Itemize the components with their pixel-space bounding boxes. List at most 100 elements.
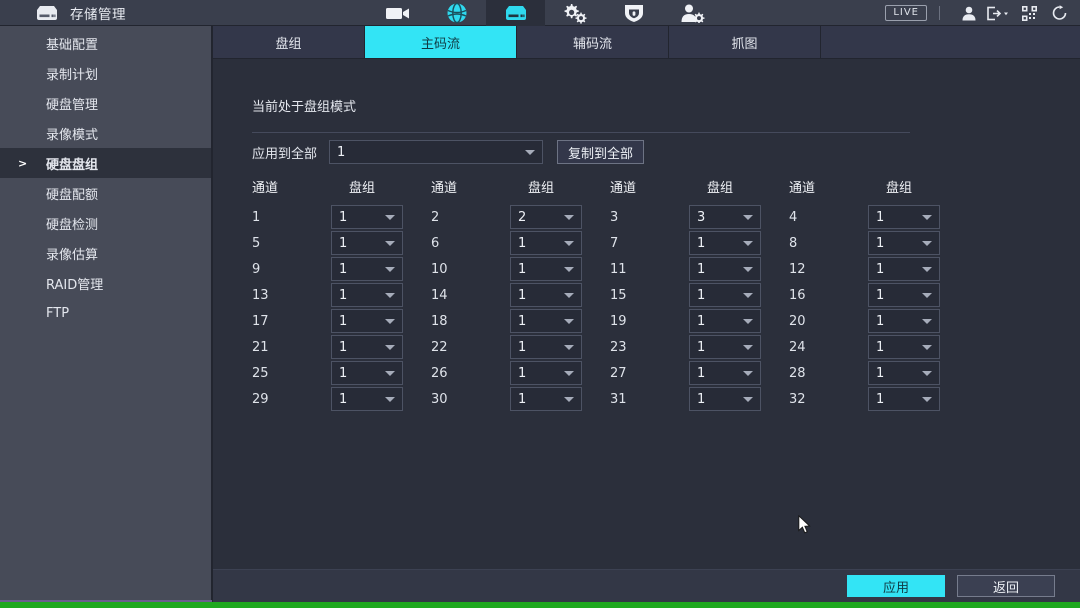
sidebar-item-7[interactable]: 录像估算	[0, 238, 211, 268]
diskgroup-select-ch21[interactable]: 1	[331, 335, 403, 359]
sidebar-item-1[interactable]: 录制计划	[0, 58, 211, 88]
sidebar-item-3[interactable]: 录像模式	[0, 118, 211, 148]
apply-to-all-select[interactable]: 1	[329, 140, 544, 164]
nav-user-settings-icon[interactable]	[663, 0, 722, 26]
channel-number: 9	[252, 261, 261, 277]
sidebar: 基础配置 录制计划 硬盘管理 录像模式 > 硬盘盘组 硬盘配额硬盘检测录像估算 RAID管理 F…	[0, 26, 212, 602]
diskgroup-select-ch7[interactable]: 1	[689, 231, 761, 255]
diskgroup-select-ch17[interactable]: 1	[331, 309, 403, 333]
nav-shield-icon[interactable]	[604, 0, 663, 26]
user-icon[interactable]	[954, 0, 984, 26]
chevron-down-icon	[743, 370, 753, 376]
diskgroup-select-ch10[interactable]: 1	[510, 257, 582, 281]
chevron-down-icon	[385, 370, 395, 376]
diskgroup-select-ch15[interactable]: 1	[689, 283, 761, 307]
table-row: 9 1 10 1 11 1 12 1	[252, 256, 968, 282]
diskgroup-cell: 1	[868, 231, 968, 255]
diskgroup-select-ch4[interactable]: 1	[868, 205, 940, 229]
sidebar-item-0[interactable]: 基础配置	[0, 28, 211, 58]
sidebar-item-5[interactable]: 硬盘配额	[0, 178, 211, 208]
diskgroup-cell: 1	[689, 335, 789, 359]
diskgroup-cell: 1	[689, 231, 789, 255]
diskgroup-select-ch5[interactable]: 1	[331, 231, 403, 255]
storage-hdd-icon	[34, 5, 60, 21]
diskgroup-select-ch23[interactable]: 1	[689, 335, 761, 359]
diskgroup-value: 1	[518, 339, 527, 355]
diskgroup-value: 1	[697, 391, 706, 407]
diskgroup-cell: 1	[868, 257, 968, 281]
diskgroup-select-ch3[interactable]: 3	[689, 205, 761, 229]
channel-number: 14	[431, 287, 448, 303]
copy-to-all-button[interactable]: 复制到全部	[557, 140, 645, 164]
sidebar-item-4[interactable]: > 硬盘盘组	[0, 148, 211, 178]
sidebar-item-9[interactable]: FTP	[0, 298, 211, 328]
tab-0[interactable]: 盘组	[213, 26, 365, 58]
channel-number: 19	[610, 313, 627, 329]
table-row: 25 1 26 1 27 1 28 1	[252, 360, 968, 386]
diskgroup-select-ch2[interactable]: 2	[510, 205, 582, 229]
back-button[interactable]: 返回	[957, 575, 1055, 597]
diskgroup-cell: 1	[510, 387, 610, 411]
diskgroup-cell: 2	[510, 205, 610, 229]
diskgroup-value: 1	[518, 261, 527, 277]
titlebar-right-tools: LIVE	[885, 0, 1074, 26]
diskgroup-select-ch30[interactable]: 1	[510, 387, 582, 411]
channel-number: 16	[789, 287, 806, 303]
diskgroup-select-ch19[interactable]: 1	[689, 309, 761, 333]
diskgroup-select-ch22[interactable]: 1	[510, 335, 582, 359]
tab-2[interactable]: 辅码流	[517, 26, 669, 58]
titlebar: 存储管理 LIVE	[0, 0, 1080, 26]
apply-button[interactable]: 应用	[847, 575, 945, 597]
diskgroup-cell: 1	[331, 283, 431, 307]
nav-settings-gears-icon[interactable]	[545, 0, 604, 26]
diskgroup-select-ch9[interactable]: 1	[331, 257, 403, 281]
channel-number: 12	[789, 261, 806, 277]
nav-storage-hdd-icon[interactable]	[486, 0, 545, 26]
sidebar-item-8[interactable]: RAID管理	[0, 268, 211, 298]
nav-network-globe-icon[interactable]	[427, 0, 486, 26]
channel-number: 11	[610, 261, 627, 277]
nav-camera-icon[interactable]	[368, 0, 427, 26]
diskgroup-cell: 1	[510, 283, 610, 307]
header-channel-2: 通道	[610, 180, 637, 196]
chevron-down-icon	[564, 370, 574, 376]
diskgroup-select-ch18[interactable]: 1	[510, 309, 582, 333]
diskgroup-select-ch25[interactable]: 1	[331, 361, 403, 385]
diskgroup-select-ch26[interactable]: 1	[510, 361, 582, 385]
channel-number: 32	[789, 391, 806, 407]
diskgroup-select-ch1[interactable]: 1	[331, 205, 403, 229]
diskgroup-select-ch24[interactable]: 1	[868, 335, 940, 359]
diskgroup-value: 1	[697, 287, 706, 303]
diskgroup-select-ch6[interactable]: 1	[510, 231, 582, 255]
sidebar-item-label: 硬盘检测	[46, 217, 99, 233]
tab-3[interactable]: 抓图	[669, 26, 821, 58]
diskgroup-select-ch32[interactable]: 1	[868, 387, 940, 411]
diskgroup-value: 1	[876, 391, 885, 407]
diskgroup-value: 1	[339, 313, 348, 329]
diskgroup-select-ch11[interactable]: 1	[689, 257, 761, 281]
channel-number: 22	[431, 339, 448, 355]
channel-number: 27	[610, 365, 627, 381]
diskgroup-select-ch8[interactable]: 1	[868, 231, 940, 255]
table-row: 21 1 22 1 23 1 24 1	[252, 334, 968, 360]
diskgroup-select-ch12[interactable]: 1	[868, 257, 940, 281]
diskgroup-select-ch28[interactable]: 1	[868, 361, 940, 385]
diskgroup-cell: 1	[868, 309, 968, 333]
diskgroup-select-ch29[interactable]: 1	[331, 387, 403, 411]
diskgroup-select-ch20[interactable]: 1	[868, 309, 940, 333]
diskgroup-select-ch14[interactable]: 1	[510, 283, 582, 307]
tab-1[interactable]: 主码流	[365, 26, 517, 58]
logout-icon[interactable]	[984, 0, 1014, 26]
channel-number: 6	[431, 235, 440, 251]
qrcode-icon[interactable]	[1014, 0, 1044, 26]
diskgroup-select-ch27[interactable]: 1	[689, 361, 761, 385]
diskgroup-select-ch31[interactable]: 1	[689, 387, 761, 411]
chevron-down-icon	[743, 292, 753, 298]
sidebar-item-2[interactable]: 硬盘管理	[0, 88, 211, 118]
diskgroup-cell: 1	[331, 231, 431, 255]
sidebar-item-6[interactable]: 硬盘检测	[0, 208, 211, 238]
diskgroup-select-ch16[interactable]: 1	[868, 283, 940, 307]
refresh-icon[interactable]	[1044, 0, 1074, 26]
diskgroup-select-ch13[interactable]: 1	[331, 283, 403, 307]
status-accent-bar	[0, 602, 1080, 608]
